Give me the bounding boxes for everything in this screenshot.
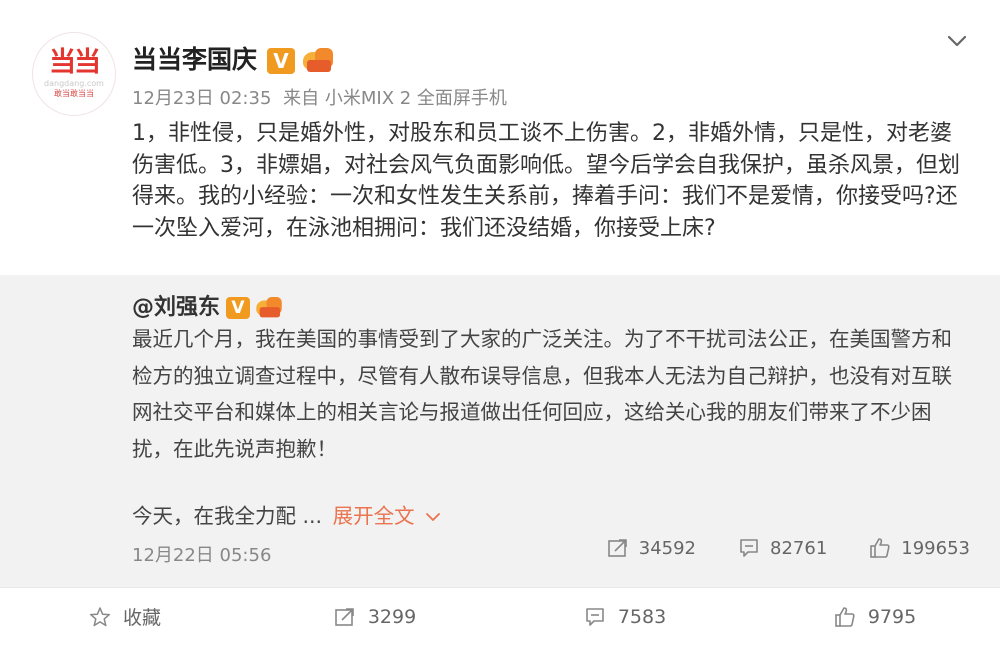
thumbs-up-icon <box>870 538 890 558</box>
repost-repost-count[interactable]: 34592 <box>607 537 696 559</box>
action-bar: 收藏 3299 7583 9795 <box>0 587 1000 645</box>
comment-icon <box>586 607 604 626</box>
verified-badge-icon: V <box>267 48 296 74</box>
repost-stats: 34592 82761 199653 <box>565 537 970 559</box>
comment-button[interactable]: 7583 <box>500 588 750 645</box>
post-content: 1，非性侵，只是婚外性，对股东和员工谈不上伤害。2，非婚外情，只是性，对老婆伤害… <box>132 121 960 241</box>
like-count-value: 199653 <box>901 537 970 559</box>
comment-count: 7583 <box>617 605 667 628</box>
avatar-domain: dangdang.com <box>44 79 104 88</box>
thumbs-up-icon <box>835 606 855 627</box>
star-icon <box>89 606 111 626</box>
post-author[interactable]: 当当李国庆 V <box>132 40 335 76</box>
repost-author[interactable]: @刘强东 V <box>132 289 286 323</box>
repost-content: 最近几个月，我在美国的事情受到了大家的广泛关注。为了不干扰司法公正，在美国警方和… <box>132 327 952 461</box>
repost-comment-count[interactable]: 82761 <box>738 537 827 559</box>
share-icon <box>335 607 354 626</box>
post-author-name[interactable]: 当当李国庆 <box>132 45 257 74</box>
chevron-down-icon[interactable] <box>946 30 968 52</box>
repost-count-value: 34592 <box>638 537 697 559</box>
share-icon <box>607 539 627 557</box>
expand-full-text-link[interactable]: 展开全文 <box>333 504 442 528</box>
verified-badge-icon: V <box>226 297 251 319</box>
favorite-label: 收藏 <box>122 607 161 629</box>
like-count: 9795 <box>867 605 917 628</box>
post-meta: 12月23日 02:35 来自 小米MIX 2 全面屏手机 <box>132 84 507 110</box>
repost-count: 3299 <box>367 605 417 628</box>
repost-like-count[interactable]: 199653 <box>869 537 970 559</box>
member-badge-icon <box>255 295 284 321</box>
comment-count-value: 82761 <box>770 537 828 559</box>
avatar-slogan: 敢当敢当当 <box>54 89 94 98</box>
member-badge-icon <box>301 46 335 76</box>
favorite-button[interactable]: 收藏 <box>0 588 250 645</box>
dangdang-logo: 当当 <box>49 47 101 78</box>
repost-author-name[interactable]: @刘强东 <box>132 295 220 320</box>
chevron-down-icon <box>426 513 441 521</box>
repost-truncated-text: 今天，在我全力配 ... <box>132 504 323 528</box>
avatar[interactable]: 当当 dangdang.com 敢当敢当当 <box>32 32 116 116</box>
like-button[interactable]: 9795 <box>750 588 1000 645</box>
post-timestamp[interactable]: 12月23日 02:35 <box>132 88 271 109</box>
repost-content-truncated: 今天，在我全力配 ... 展开全文 <box>132 499 441 529</box>
reposted-post[interactable]: @刘强东 V 最近几个月，我在美国的事情受到了大家的广泛关注。为了不干扰司法公正，… <box>0 275 1000 587</box>
repost-button[interactable]: 3299 <box>250 588 500 645</box>
post-source: 来自 小米MIX 2 全面屏手机 <box>283 88 507 109</box>
weibo-post: 当当 dangdang.com 敢当敢当当 当当李国庆 V 12月23日 02:3… <box>0 0 1000 275</box>
repost-date[interactable]: 12月22日 05:56 <box>132 541 271 567</box>
comment-icon <box>740 539 758 557</box>
